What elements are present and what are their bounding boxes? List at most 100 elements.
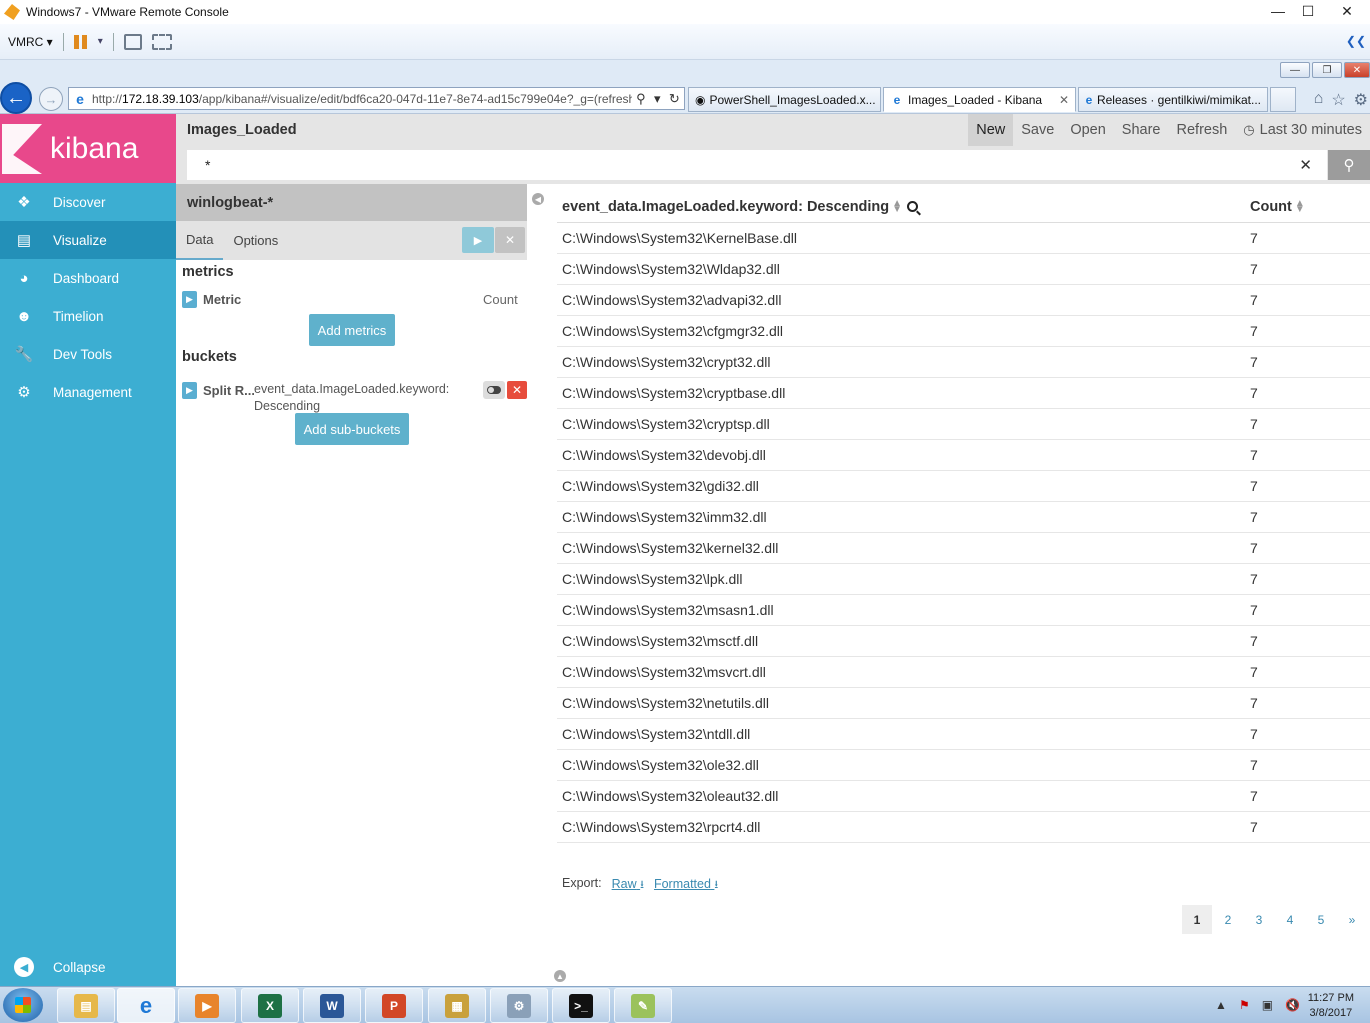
nav-dashboard[interactable]: ◕ Dashboard: [0, 259, 176, 297]
taskbar-media-player[interactable]: ▶: [178, 988, 236, 1023]
toggle-icon: [487, 386, 501, 394]
menu-save[interactable]: Save: [1013, 114, 1062, 146]
cell-image-loaded: C:\Windows\System32\msctf.dll: [562, 633, 759, 649]
page-1[interactable]: 1: [1182, 905, 1212, 934]
taskbar-powerpoint[interactable]: P: [365, 988, 423, 1023]
forward-button[interactable]: →: [39, 87, 63, 111]
bucket-agg-row[interactable]: ▶ Split R... event_data.ImageLoaded.keyw…: [182, 381, 527, 413]
export-formatted-link[interactable]: Formatted ⭳: [654, 876, 718, 895]
fullscreen-icon[interactable]: [151, 33, 172, 50]
query-input[interactable]: *: [187, 150, 1327, 180]
collapse-button[interactable]: ◀ Collapse: [0, 952, 176, 982]
page-next[interactable]: »: [1337, 905, 1367, 934]
column-header-count[interactable]: Count ▲ ▼: [1250, 198, 1370, 215]
taskbar-clock[interactable]: 11:27 PM 3/8/2017: [1308, 991, 1354, 1021]
toggle-bucket-button[interactable]: [483, 381, 505, 399]
tools-gear-icon[interactable]: ⚙: [1354, 90, 1368, 110]
table-row: C:\Windows\System32\msasn1.dll 7: [557, 595, 1370, 626]
devices-icon[interactable]: [123, 33, 142, 50]
ie-minimize-button[interactable]: —: [1280, 62, 1310, 78]
taskbar-archive[interactable]: ▦: [428, 988, 486, 1023]
page-4[interactable]: 4: [1275, 905, 1305, 934]
taskbar-settings[interactable]: ⚙: [490, 988, 548, 1023]
pause-dropdown-icon[interactable]: ▾: [98, 36, 103, 47]
kibana-logo[interactable]: kibana: [0, 114, 176, 183]
add-metrics-button[interactable]: Add metrics: [309, 314, 395, 346]
nav-timelion[interactable]: ☻ Timelion: [0, 297, 176, 335]
metric-agg-row[interactable]: ▶ Metric Count: [182, 289, 522, 309]
taskbar-cmd[interactable]: >_: [552, 988, 610, 1023]
expand-bottom-icon[interactable]: ▲: [554, 970, 566, 982]
start-button[interactable]: [3, 988, 43, 1022]
tab-images-loaded-kibana[interactable]: e Images_Loaded - Kibana ✕: [883, 87, 1076, 112]
search-icon[interactable]: ⚲: [636, 91, 646, 107]
download-icon: ⭳: [714, 879, 719, 891]
favorites-star-icon[interactable]: ☆: [1331, 90, 1345, 110]
new-tab-button[interactable]: [1270, 87, 1296, 112]
dropdown-icon[interactable]: ▾: [654, 91, 661, 107]
discard-changes-button[interactable]: ✕: [495, 227, 525, 253]
menu-share[interactable]: Share: [1114, 114, 1169, 146]
tab-powershell-imagesloaded[interactable]: ◉ PowerShell_ImagesLoaded.x...: [688, 87, 881, 112]
taskbar-ie[interactable]: e: [117, 988, 175, 1023]
add-sub-buckets-button[interactable]: Add sub-buckets: [295, 413, 409, 445]
export-raw-link[interactable]: Raw ⭳: [612, 876, 644, 895]
menu-refresh[interactable]: Refresh: [1169, 114, 1236, 146]
apply-changes-button[interactable]: ▶: [462, 227, 494, 253]
chevron-right-icon[interactable]: ▶: [182, 290, 197, 308]
tab-options[interactable]: Options: [223, 221, 288, 260]
nav-management[interactable]: ⚙ Management: [0, 373, 176, 411]
taskbar-word[interactable]: W: [303, 988, 361, 1023]
collapse-arrow-icon[interactable]: ❮❮: [1346, 34, 1366, 48]
cell-count: 7: [1250, 664, 1258, 680]
table-row: C:\Windows\System32\ntdll.dll 7: [557, 719, 1370, 750]
nav-visualize[interactable]: ▤ Visualize: [0, 221, 176, 259]
page-2[interactable]: 2: [1213, 905, 1243, 934]
column-header-image-loaded[interactable]: event_data.ImageLoaded.keyword: Descendi…: [557, 198, 1250, 215]
menu-new[interactable]: New: [968, 114, 1014, 146]
nav-discover[interactable]: ❖ Discover: [0, 183, 176, 221]
tab-releases-mimikatz[interactable]: e Releases · gentilkiwi/mimikat...: [1078, 87, 1268, 112]
vmrc-menu[interactable]: VMRC ▾: [8, 35, 53, 49]
taskbar-notepad[interactable]: ✎: [614, 988, 672, 1023]
menu-open[interactable]: Open: [1062, 114, 1113, 146]
ie-close-button[interactable]: ✕: [1344, 62, 1370, 78]
search-button[interactable]: ⚲: [1328, 150, 1370, 180]
clear-query-icon[interactable]: ✕: [1299, 156, 1312, 174]
close-button[interactable]: ✕: [1324, 0, 1370, 22]
download-icon: ⭳: [640, 879, 644, 891]
show-hidden-icons[interactable]: ▲: [1215, 998, 1227, 1012]
time-picker[interactable]: ◷ Last 30 minutes: [1235, 114, 1370, 146]
chevron-right-icon[interactable]: ▶: [182, 382, 197, 399]
ie-icon: e: [1085, 92, 1093, 107]
action-center-icon[interactable]: ⚑: [1239, 998, 1250, 1012]
sort-icon[interactable]: ▲ ▼: [892, 198, 902, 214]
page-5[interactable]: 5: [1306, 905, 1336, 934]
vmrc-title-bar: Windows7 - VMware Remote Console — ☐ ✕: [0, 0, 1370, 24]
address-url[interactable]: http://172.18.39.103/app/kibana#/visuali…: [92, 92, 632, 106]
pause-icon[interactable]: [73, 34, 88, 49]
close-tab-icon[interactable]: ✕: [1053, 93, 1069, 107]
window-title: Windows7 - VMware Remote Console: [26, 5, 229, 19]
cell-count: 7: [1250, 788, 1258, 804]
collapse-editor-icon[interactable]: ◀: [532, 193, 544, 205]
taskbar-excel[interactable]: X: [241, 988, 299, 1023]
network-icon[interactable]: ▣: [1262, 998, 1273, 1012]
page-3[interactable]: 3: [1244, 905, 1274, 934]
cell-count: 7: [1250, 757, 1258, 773]
volume-muted-icon[interactable]: 🔇: [1285, 998, 1300, 1012]
search-icon[interactable]: [907, 201, 919, 212]
sort-icon[interactable]: ▲ ▼: [1295, 198, 1305, 214]
refresh-icon[interactable]: ↻: [669, 91, 680, 107]
remove-bucket-button[interactable]: ✕: [507, 381, 527, 399]
taskbar-explorer[interactable]: ▤: [57, 988, 115, 1023]
nav-dev-tools[interactable]: 🔧 Dev Tools: [0, 335, 176, 373]
ie-restore-button[interactable]: ❐: [1312, 62, 1342, 78]
home-icon[interactable]: ⌂: [1314, 90, 1324, 110]
cell-count: 7: [1250, 509, 1258, 525]
tab-data[interactable]: Data: [176, 221, 224, 260]
nav-label: Management: [53, 384, 132, 400]
address-bar[interactable]: e http://172.18.39.103/app/kibana#/visua…: [68, 87, 685, 110]
back-button[interactable]: ←: [0, 82, 32, 114]
cell-image-loaded: C:\Windows\System32\cfgmgr32.dll: [562, 323, 783, 339]
